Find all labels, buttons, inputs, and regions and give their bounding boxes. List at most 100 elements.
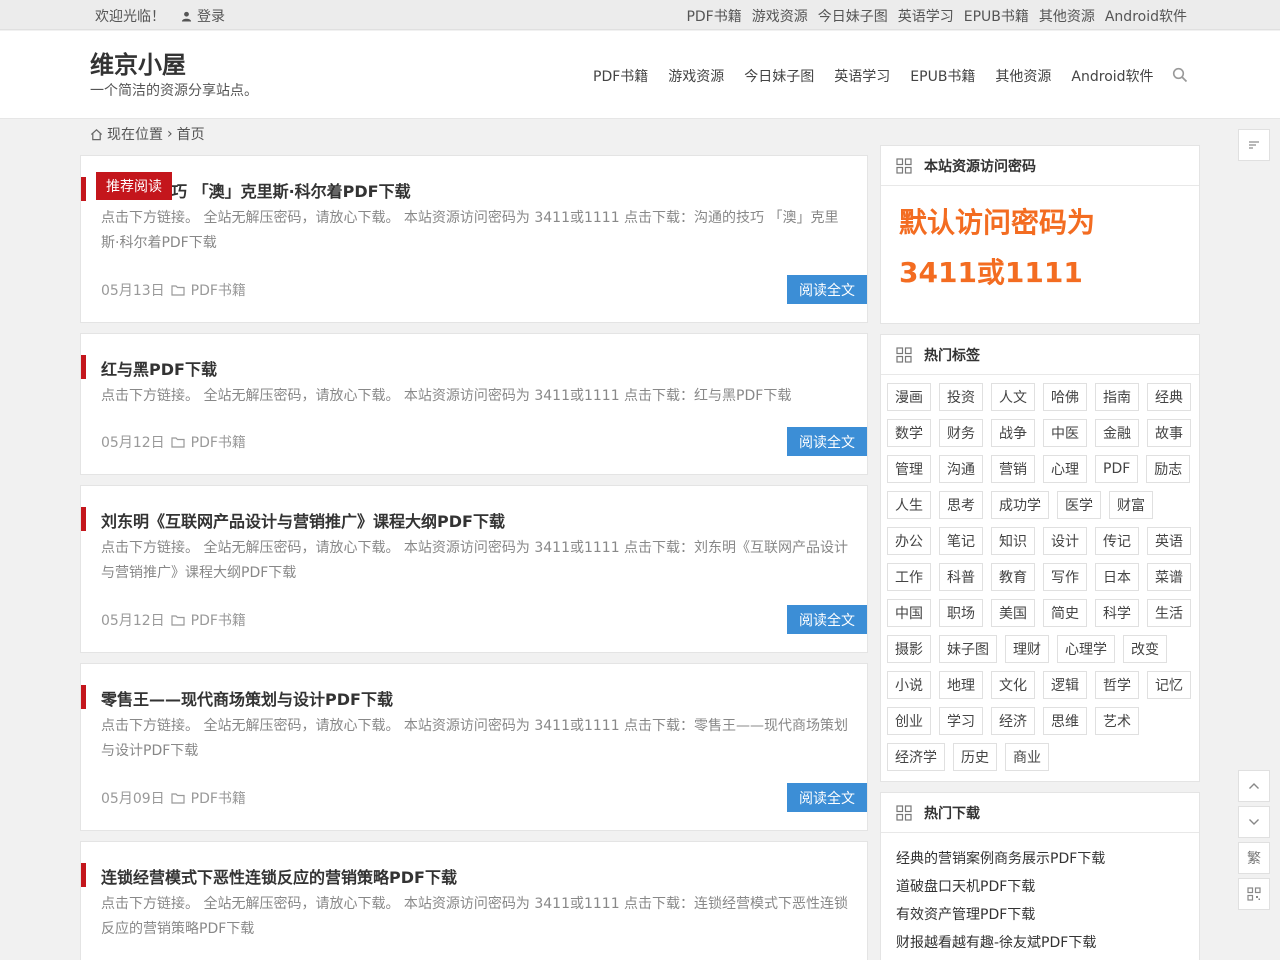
main-nav-pdf[interactable]: PDF书籍 [593,66,648,86]
post-title[interactable]: 刘东明《互联网产品设计与营销推广》课程大纲PDF下载 [101,508,505,532]
tag-link[interactable]: 写作 [1043,563,1087,591]
tag-link[interactable]: 笔记 [939,527,983,555]
tag-link[interactable]: 逻辑 [1043,671,1087,699]
tag-link[interactable]: 科学 [1095,599,1139,627]
tag-link[interactable]: 数学 [887,419,931,447]
tag-link[interactable]: 财富 [1109,491,1153,519]
post-category-link[interactable]: PDF书籍 [191,788,246,808]
tag-link[interactable]: 中国 [887,599,931,627]
tag-link[interactable]: 哈佛 [1043,383,1087,411]
tag-link[interactable]: 励志 [1146,455,1191,483]
tag-link[interactable]: 人生 [887,491,931,519]
tag-link[interactable]: 艺术 [1095,707,1139,735]
tag-link[interactable]: 小说 [887,671,931,699]
main-nav-games[interactable]: 游戏资源 [668,66,724,86]
post-title[interactable]: 巧 「澳」克里斯·科尔着PDF下载 [171,178,411,202]
tag-link[interactable]: 妹子图 [939,635,997,663]
tag-link[interactable]: 思维 [1043,707,1087,735]
tag-link[interactable]: 传记 [1095,527,1139,555]
tag-link[interactable]: 日本 [1095,563,1139,591]
tag-link[interactable]: 美国 [991,599,1035,627]
post-title[interactable]: 红与黑PDF下载 [101,356,217,380]
scroll-bottom-button[interactable] [1238,806,1270,838]
top-nav-pdf[interactable]: PDF书籍 [686,6,741,26]
tag-link[interactable]: 管理 [887,455,931,483]
tag-link[interactable]: 财务 [939,419,983,447]
top-nav-english[interactable]: 英语学习 [898,6,954,26]
tag-link[interactable]: 职场 [939,599,983,627]
tag-link[interactable]: 生活 [1147,599,1191,627]
read-more-button[interactable]: 阅读全文 [787,783,867,812]
read-more-button[interactable]: 阅读全文 [787,275,867,304]
main-nav-daily-pics[interactable]: 今日妹子图 [744,66,814,86]
tag-link[interactable]: 成功学 [991,491,1049,519]
download-item[interactable]: 经典的营销案例商务展示PDF下载 [896,845,1184,873]
top-nav-epub[interactable]: EPUB书籍 [964,6,1029,26]
post-title[interactable]: 连锁经营模式下恶性连锁反应的营销策略PDF下载 [101,864,457,888]
read-more-button[interactable]: 阅读全文 [787,427,867,456]
tag-link[interactable]: 理财 [1005,635,1049,663]
tag-link[interactable]: 简史 [1043,599,1087,627]
tag-link[interactable]: 指南 [1095,383,1139,411]
post-category-link[interactable]: PDF书籍 [191,432,246,452]
tag-link[interactable]: 学习 [939,707,983,735]
top-nav-other[interactable]: 其他资源 [1039,6,1095,26]
tag-link[interactable]: 地理 [939,671,983,699]
login-link[interactable]: 登录 [181,6,225,26]
top-nav-android[interactable]: Android软件 [1105,6,1187,26]
tag-link[interactable]: 心理学 [1057,635,1115,663]
tag-link[interactable]: 创业 [887,707,931,735]
tag-link[interactable]: 改变 [1123,635,1167,663]
tag-link[interactable]: 漫画 [887,383,931,411]
main-nav-other[interactable]: 其他资源 [995,66,1051,86]
tag-link[interactable]: 经典 [1147,383,1191,411]
breadcrumb-home-link[interactable]: 首页 [177,124,205,144]
read-more-button[interactable]: 阅读全文 [787,605,867,634]
tag-link[interactable]: 投资 [939,383,983,411]
search-icon[interactable] [1172,67,1188,83]
tag-link[interactable]: 教育 [991,563,1035,591]
tag-link[interactable]: 思考 [939,491,983,519]
tag-link[interactable]: 哲学 [1095,671,1139,699]
traditional-chinese-button[interactable]: 繁 [1238,842,1270,874]
tag-link[interactable]: 金融 [1095,419,1139,447]
post-category-link[interactable]: PDF书籍 [191,610,246,630]
tag-link[interactable]: PDF [1095,455,1139,483]
top-nav-daily-pics[interactable]: 今日妹子图 [818,6,888,26]
tag-link[interactable]: 科普 [939,563,983,591]
main-nav-english[interactable]: 英语学习 [834,66,890,86]
tag-link[interactable]: 办公 [887,527,931,555]
tag-link[interactable]: 心理 [1043,455,1087,483]
tag-link[interactable]: 工作 [887,563,931,591]
download-item[interactable]: 有效资产管理PDF下载 [896,901,1184,929]
post-title[interactable]: 零售王——现代商场策划与设计PDF下载 [101,686,393,710]
tag-link[interactable]: 知识 [991,527,1035,555]
tag-link[interactable]: 经济学 [887,743,945,771]
tag-link[interactable]: 人文 [991,383,1035,411]
tag-link[interactable]: 历史 [953,743,997,771]
tag-link[interactable]: 记忆 [1147,671,1191,699]
download-item[interactable]: 财报越看越有趣-徐友斌PDF下载 [896,929,1184,957]
tag-link[interactable]: 商业 [1005,743,1049,771]
tag-link[interactable]: 文化 [991,671,1035,699]
top-nav-games[interactable]: 游戏资源 [752,6,808,26]
main-nav-epub[interactable]: EPUB书籍 [910,66,975,86]
tag-link[interactable]: 摄影 [887,635,931,663]
tag-link[interactable]: 菜谱 [1147,563,1191,591]
tag-link[interactable]: 经济 [991,707,1035,735]
qrcode-button[interactable] [1238,878,1270,910]
post-category-link[interactable]: PDF书籍 [191,280,246,300]
tag-link[interactable]: 设计 [1043,527,1087,555]
tag-link[interactable]: 中医 [1043,419,1087,447]
tag-link[interactable]: 英语 [1147,527,1191,555]
tag-link[interactable]: 营销 [991,455,1035,483]
main-nav-android[interactable]: Android软件 [1071,66,1153,86]
scroll-top-button[interactable] [1238,770,1270,802]
tag-link[interactable]: 战争 [991,419,1035,447]
download-item[interactable]: 道破盘口天机PDF下载 [896,873,1184,901]
tag-link[interactable]: 故事 [1147,419,1191,447]
tag-link[interactable]: 医学 [1057,491,1101,519]
site-title[interactable]: 维京小屋 [90,45,186,80]
menu-toggle-button[interactable] [1238,129,1270,161]
tag-link[interactable]: 沟通 [939,455,983,483]
